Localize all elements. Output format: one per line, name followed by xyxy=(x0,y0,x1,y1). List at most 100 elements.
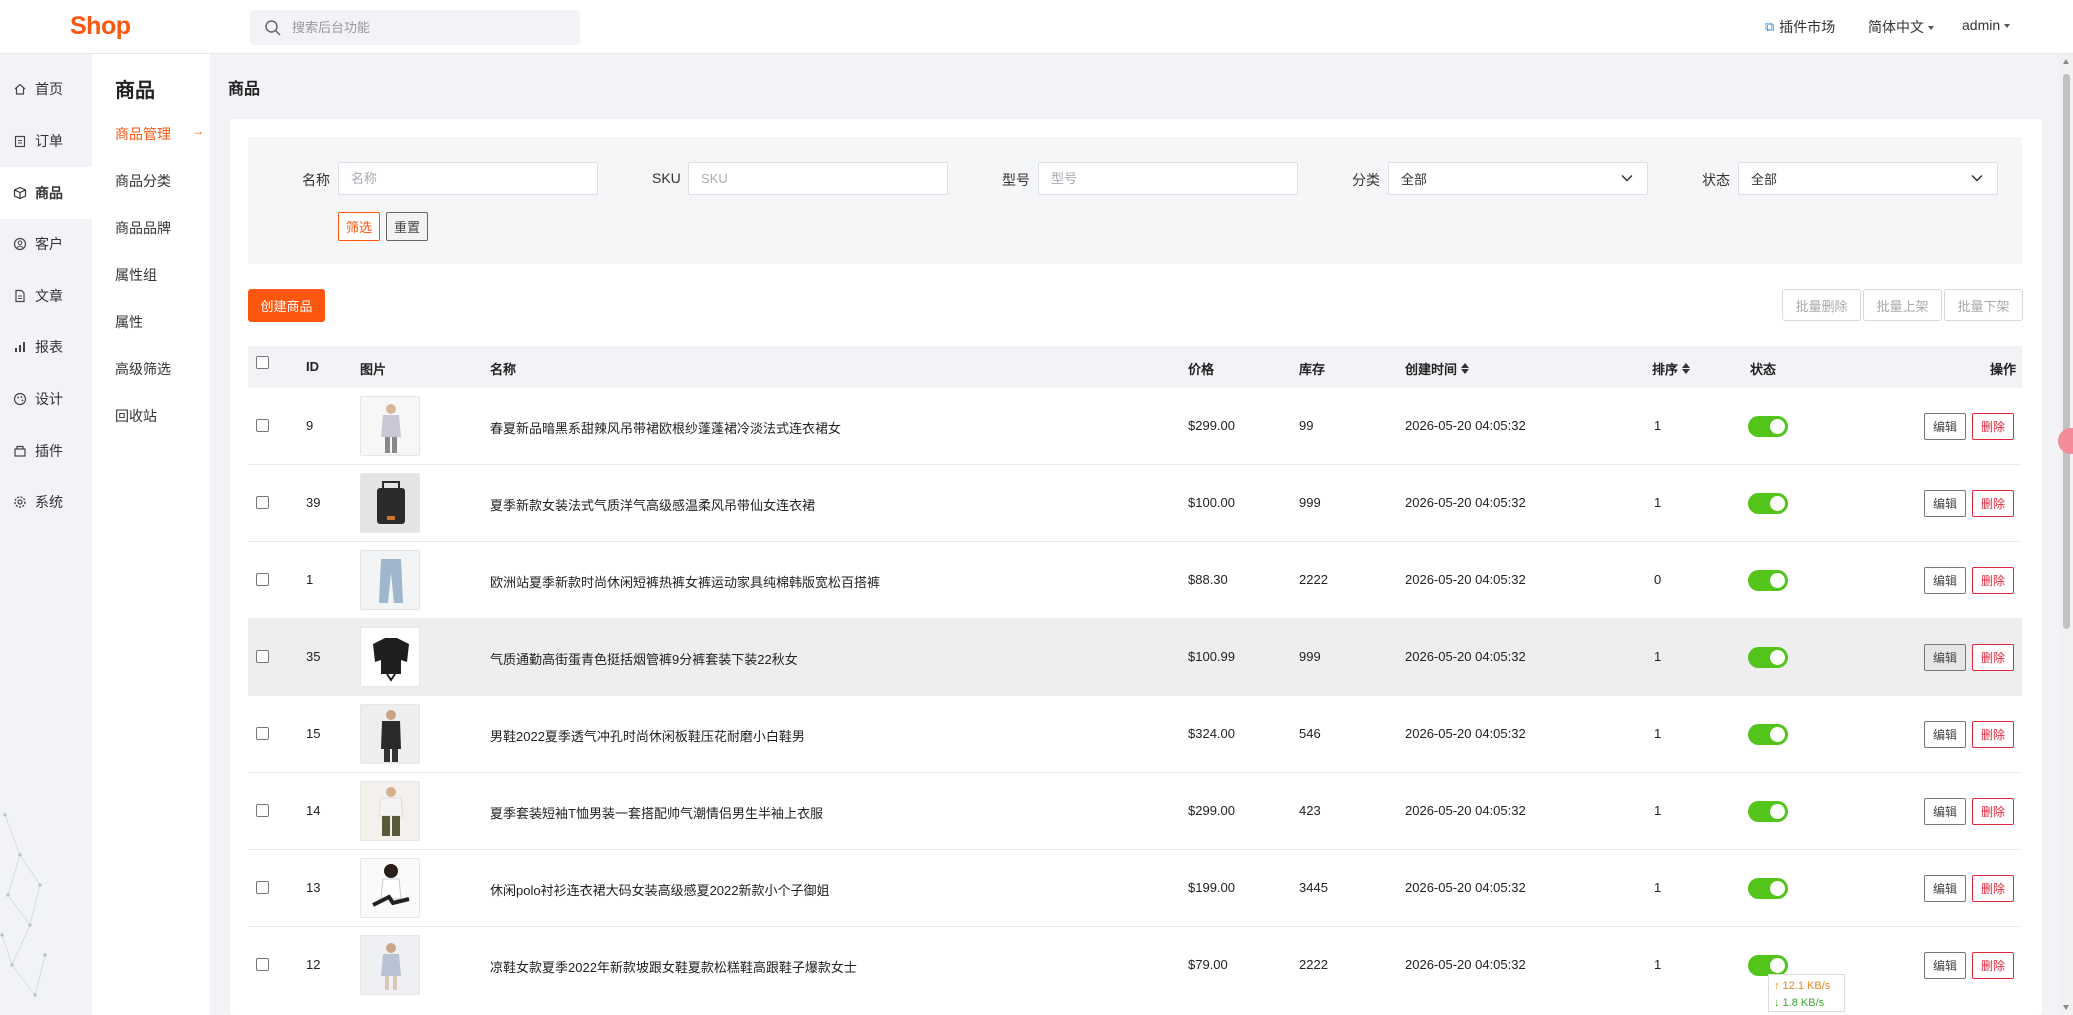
subnav-attribute-group[interactable]: 属性组 xyxy=(115,265,157,285)
search-input[interactable] xyxy=(292,20,572,35)
subnav-product-category[interactable]: 商品分类 xyxy=(115,171,171,191)
edit-button[interactable]: 编辑 xyxy=(1924,490,1966,517)
row-checkbox[interactable] xyxy=(256,804,269,817)
row-checkbox[interactable] xyxy=(256,958,269,971)
product-thumbnail[interactable] xyxy=(360,858,420,918)
search-icon xyxy=(265,19,281,36)
product-thumbnail[interactable] xyxy=(360,781,420,841)
col-sort[interactable]: 排序 xyxy=(1652,359,1691,378)
subnav-advanced-filter[interactable]: 高级筛选 xyxy=(115,359,171,379)
sidebar-item-reports[interactable]: 报表 xyxy=(0,322,92,372)
filter-button[interactable]: 筛选 xyxy=(338,212,380,241)
sidebar-item-articles[interactable]: 文章 xyxy=(0,271,92,321)
product-thumbnail[interactable] xyxy=(360,935,420,995)
status-toggle[interactable] xyxy=(1748,878,1788,899)
delete-button[interactable]: 删除 xyxy=(1972,798,2014,825)
subnav-recycle-bin[interactable]: 回收站 xyxy=(115,406,157,426)
subnav-product-management[interactable]: 商品管理 xyxy=(115,124,171,144)
delete-button[interactable]: 删除 xyxy=(1972,721,2014,748)
col-created[interactable]: 创建时间 xyxy=(1405,359,1470,378)
delete-button[interactable]: 删除 xyxy=(1972,952,2014,979)
scroll-down-icon[interactable] xyxy=(2063,1005,2069,1010)
delete-button[interactable]: 删除 xyxy=(1972,644,2014,671)
table-row: 15 男鞋2022夏季透气冲孔时尚休闲板鞋压花耐磨小白鞋男 $324.00 54… xyxy=(248,696,2022,773)
subnav-attribute[interactable]: 属性 xyxy=(115,312,143,332)
row-checkbox[interactable] xyxy=(256,573,269,586)
product-stock: 99 xyxy=(1299,418,1314,433)
edit-button[interactable]: 编辑 xyxy=(1924,952,1966,979)
model-field[interactable] xyxy=(1038,162,1298,195)
status-toggle[interactable] xyxy=(1748,801,1788,822)
product-thumbnail[interactable] xyxy=(360,627,420,687)
delete-button[interactable]: 删除 xyxy=(1972,490,2014,517)
edit-button[interactable]: 编辑 xyxy=(1924,798,1966,825)
edit-button[interactable]: 编辑 xyxy=(1924,875,1966,902)
product-name[interactable]: 气质通勤高街蛋青色挺括烟管裤9分裤套装下装22秋女 xyxy=(490,649,798,668)
subnav-product-brand[interactable]: 商品品牌 xyxy=(115,218,171,238)
product-name[interactable]: 春夏新品暗黑系甜辣风吊带裙欧根纱蓬蓬裙冷淡法式连衣裙女 xyxy=(490,418,841,437)
scroll-up-icon[interactable] xyxy=(2063,59,2069,64)
status-value: 全部 xyxy=(1751,172,1778,187)
status-toggle[interactable] xyxy=(1748,416,1788,437)
product-created: 2026-05-20 04:05:32 xyxy=(1405,495,1526,510)
sidebar-item-orders[interactable]: 订单 xyxy=(0,116,92,166)
product-name[interactable]: 凉鞋女款夏季2022年新款坡跟女鞋夏款松糕鞋高跟鞋子爆款女士 xyxy=(490,957,857,976)
product-name[interactable]: 夏季套装短袖T恤男装一套搭配帅气潮情侣男生半袖上衣服 xyxy=(490,803,823,822)
status-toggle[interactable] xyxy=(1748,493,1788,514)
product-name[interactable]: 欧洲站夏季新款时尚休闲短裤热裤女裤运动家具纯棉韩版宽松百搭裤 xyxy=(490,572,880,591)
product-created: 2026-05-20 04:05:32 xyxy=(1405,726,1526,741)
sidebar-item-system[interactable]: 系统 xyxy=(0,477,92,527)
product-thumbnail[interactable] xyxy=(360,550,420,610)
delete-button[interactable]: 删除 xyxy=(1972,567,2014,594)
product-name[interactable]: 休闲polo衬衫连衣裙大码女装高级感夏2022新款小个子御姐 xyxy=(490,880,830,899)
global-search[interactable] xyxy=(250,10,580,45)
row-checkbox[interactable] xyxy=(256,419,269,432)
sku-field[interactable] xyxy=(688,162,948,195)
sidebar-item-design[interactable]: 设计 xyxy=(0,374,92,424)
status-toggle[interactable] xyxy=(1748,724,1788,745)
row-checkbox[interactable] xyxy=(256,650,269,663)
sidebar-item-customers[interactable]: 客户 xyxy=(0,219,92,269)
product-thumbnail[interactable] xyxy=(360,704,420,764)
product-image xyxy=(361,628,419,686)
page-title: 商品 xyxy=(228,81,261,98)
product-thumbnail[interactable] xyxy=(360,473,420,533)
select-all-checkbox[interactable] xyxy=(256,356,269,369)
edit-button[interactable]: 编辑 xyxy=(1924,721,1966,748)
status-select[interactable]: 全部 xyxy=(1738,162,1998,195)
product-created: 2026-05-20 04:05:32 xyxy=(1405,572,1526,587)
vertical-scrollbar[interactable] xyxy=(2060,54,2073,1015)
batch-delete-button[interactable]: 批量删除 xyxy=(1782,289,1861,321)
name-field[interactable] xyxy=(338,162,598,195)
sidebar-item-home[interactable]: 首页 xyxy=(0,64,92,114)
status-toggle[interactable] xyxy=(1748,955,1788,976)
product-sort: 1 xyxy=(1654,880,1662,895)
edit-button[interactable]: 编辑 xyxy=(1924,567,1966,594)
status-toggle[interactable] xyxy=(1748,570,1788,591)
product-thumbnail[interactable] xyxy=(360,396,420,456)
plugin-market-link[interactable]: ⧉ 插件市场 xyxy=(1765,17,1835,37)
language-dropdown[interactable]: 简体中文 xyxy=(1868,17,1934,37)
delete-button[interactable]: 删除 xyxy=(1972,413,2014,440)
batch-publish-button[interactable]: 批量上架 xyxy=(1863,289,1942,321)
category-select[interactable]: 全部 xyxy=(1388,162,1648,195)
shop-logo[interactable]: Shop xyxy=(70,12,131,41)
chevron-down-icon xyxy=(1971,174,1983,182)
user-dropdown[interactable]: admin xyxy=(1962,17,2011,33)
row-checkbox[interactable] xyxy=(256,881,269,894)
reset-button[interactable]: 重置 xyxy=(386,212,428,241)
row-checkbox[interactable] xyxy=(256,727,269,740)
scrollbar-thumb[interactable] xyxy=(2063,74,2070,629)
product-name[interactable]: 夏季新款女装法式气质洋气高级感温柔风吊带仙女连衣裙 xyxy=(490,495,815,514)
create-product-button[interactable]: 创建商品 xyxy=(248,289,325,322)
sidebar-item-plugins[interactable]: 插件 xyxy=(0,426,92,476)
status-toggle[interactable] xyxy=(1748,647,1788,668)
row-checkbox[interactable] xyxy=(256,496,269,509)
product-id: 39 xyxy=(306,495,321,510)
product-name[interactable]: 男鞋2022夏季透气冲孔时尚休闲板鞋压花耐磨小白鞋男 xyxy=(490,726,805,745)
delete-button[interactable]: 删除 xyxy=(1972,875,2014,902)
sidebar-item-products[interactable]: 商品 xyxy=(0,167,92,219)
edit-button[interactable]: 编辑 xyxy=(1924,644,1966,671)
batch-unpublish-button[interactable]: 批量下架 xyxy=(1944,289,2023,321)
edit-button[interactable]: 编辑 xyxy=(1924,413,1966,440)
